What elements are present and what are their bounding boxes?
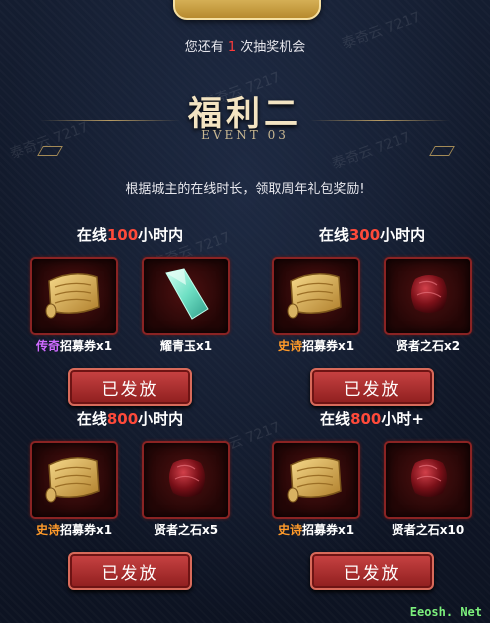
item-label: 贤者之石x2 [384,337,472,354]
scroll-icon [285,451,347,509]
reward-group: 在线800小时内史诗招募券x1 贤者之石x5 已发放 [30,408,230,590]
item-label: 史诗招募券x1 [30,521,118,538]
item-quality: 传奇 [35,339,60,353]
reward-item[interactable]: 史诗招募券x1 [272,257,360,354]
claimed-button[interactable]: 已发放 [310,368,434,406]
item-name: 耀青玉x1 [159,339,213,353]
claimed-button[interactable]: 已发放 [68,552,192,590]
item-name: 招募券x1 [301,339,355,353]
item-label: 史诗招募券x1 [272,521,360,538]
item-row: 史诗招募券x1 贤者之石x10 [272,441,472,538]
chances-text: 您还有 1 次抽奖机会 [184,40,306,55]
event-subtitle: EVENT 03 [201,128,289,142]
scroll-icon [43,267,105,325]
item-slot[interactable] [272,441,360,519]
item-name: 贤者之石x5 [153,523,219,537]
item-slot[interactable] [384,441,472,519]
item-slot[interactable] [30,257,118,335]
item-label: 贤者之石x5 [142,521,230,538]
item-quality: 史诗 [35,523,60,537]
item-row: 传奇招募券x1 耀青玉x1 [30,257,230,354]
item-quality: 史诗 [277,523,302,537]
reward-item[interactable]: 贤者之石x10 [384,441,472,538]
red-stone-icon [401,267,455,325]
item-slot[interactable] [142,441,230,519]
reward-item[interactable]: 史诗招募券x1 [272,441,360,538]
claimed-button[interactable]: 已发放 [310,552,434,590]
hours-value: 800 [106,410,139,428]
scroll-icon [285,267,347,325]
group-title: 在线800小时+ [320,410,424,428]
item-label: 史诗招募券x1 [272,337,360,354]
item-slot[interactable] [30,441,118,519]
item-name: 贤者之石x2 [395,339,461,353]
reward-item[interactable]: 史诗招募券x1 [30,441,118,538]
draw-button[interactable] [173,0,321,20]
item-slot[interactable] [142,257,230,335]
item-name: 招募券x1 [59,339,113,353]
group-title: 在线800小时内 [76,410,184,428]
reward-item[interactable]: 耀青玉x1 [142,257,230,354]
group-title: 在线300小时内 [318,226,426,244]
hours-value: 800 [350,410,382,428]
group-title: 在线100小时内 [76,226,184,244]
item-name: 贤者之石x10 [391,523,465,537]
scroll-icon [43,451,105,509]
reward-item[interactable]: 贤者之石x5 [142,441,230,538]
item-label: 传奇招募券x1 [30,337,118,354]
reward-item[interactable]: 传奇招募券x1 [30,257,118,354]
item-name: 招募券x1 [301,523,355,537]
event-description: 根据城主的在线时长，领取周年礼包奖励! [125,182,365,197]
item-row: 史诗招募券x1 贤者之石x5 [30,441,230,538]
item-slot[interactable] [272,257,360,335]
item-name: 招募券x1 [59,523,113,537]
item-quality: 史诗 [277,339,302,353]
item-row: 史诗招募券x1 贤者之石x2 [272,257,472,354]
hours-value: 100 [106,226,139,244]
chances-count: 1 [227,40,237,55]
item-slot[interactable] [384,257,472,335]
red-stone-icon [159,451,213,509]
corner-watermark: Eeosh. Net [409,605,482,619]
reward-item[interactable]: 贤者之石x2 [384,257,472,354]
claimed-button[interactable]: 已发放 [68,368,192,406]
reward-group: 在线800小时+ 史诗招募券x1 贤者之石x10 已发放 [272,408,472,590]
red-stone-icon [401,451,455,509]
reward-group: 在线100小时内传奇招募券x1 耀青玉x1 已发放 [30,224,230,406]
hours-value: 300 [348,226,381,244]
reward-group: 在线300小时内史诗招募券x1 贤者之石x2 已发放 [272,224,472,406]
item-label: 耀青玉x1 [142,337,230,354]
item-label: 贤者之石x10 [384,521,472,538]
crystal-icon [156,265,216,327]
